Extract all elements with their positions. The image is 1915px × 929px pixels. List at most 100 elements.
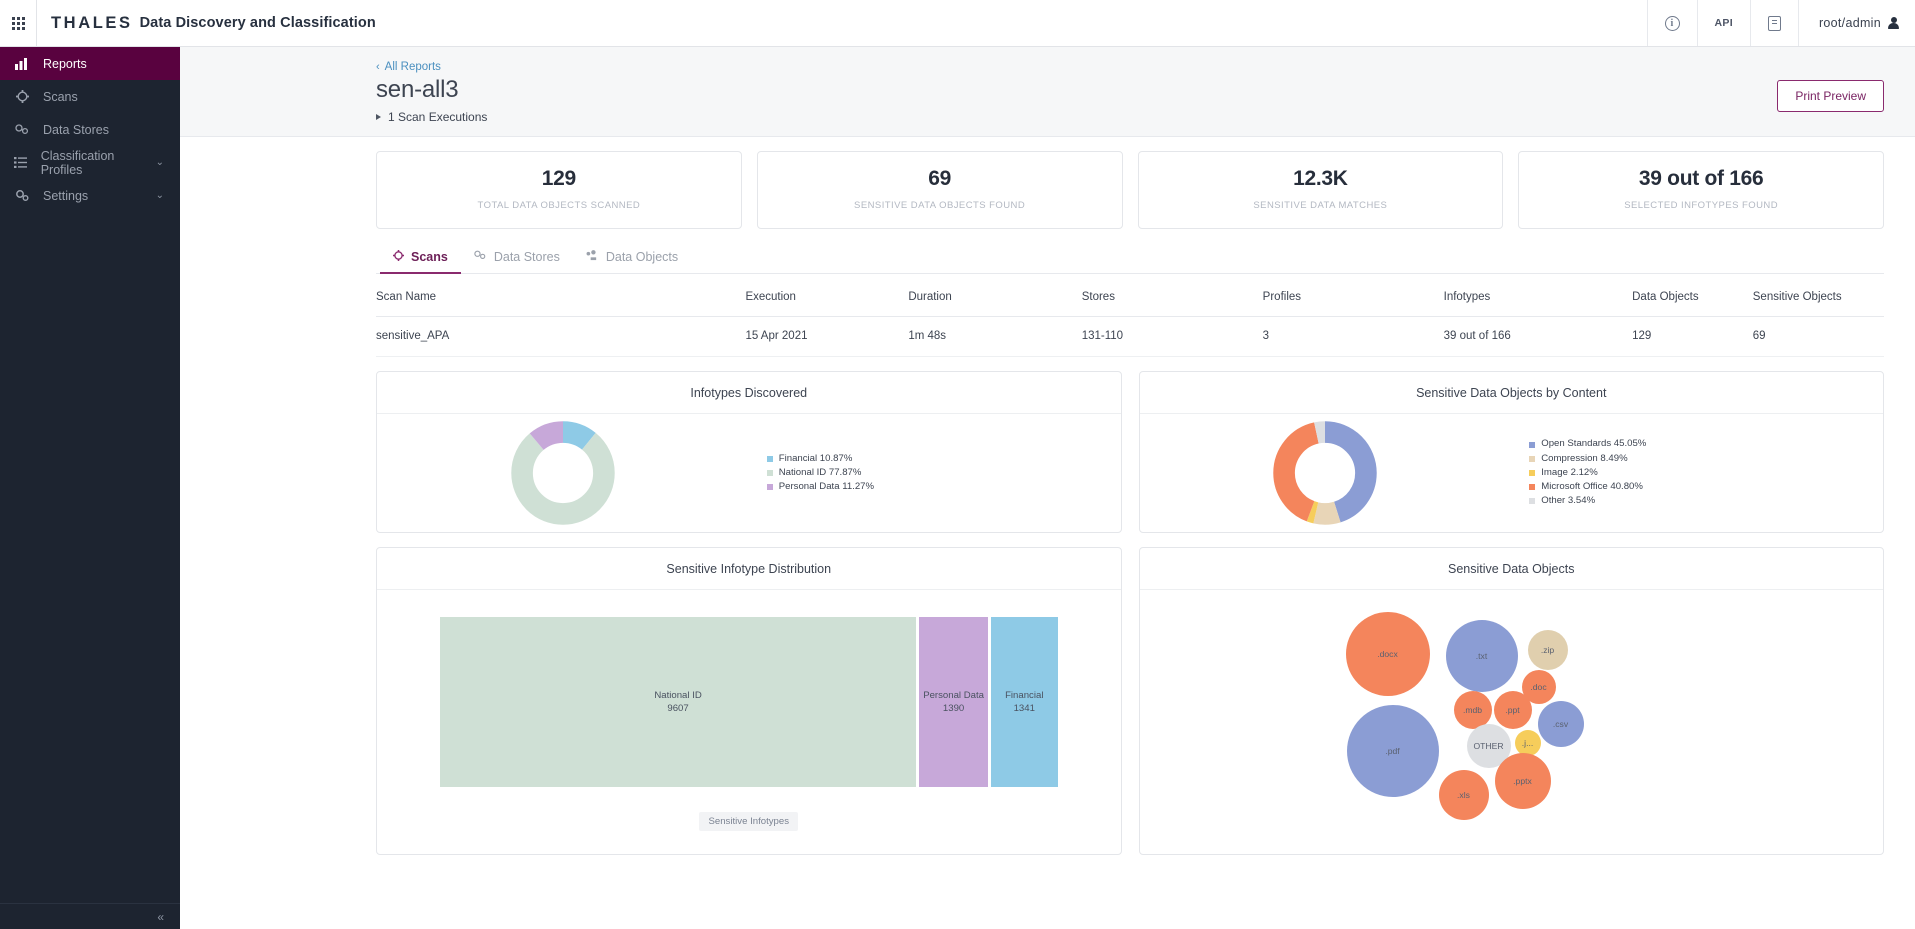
bubble-ppt[interactable]: .ppt: [1494, 691, 1532, 729]
bubble-j[interactable]: .j...: [1515, 730, 1541, 756]
column-header-stores: Stores: [1082, 277, 1263, 317]
column-header-scan-name: Scan Name: [376, 277, 745, 317]
chart-title: Sensitive Infotype Distribution: [377, 548, 1121, 590]
chart-body: .docx.txt.zip.doc.mdb.ppt.csv.pdfOTHER.j…: [1140, 590, 1884, 854]
legend-label: Financial 10.87%: [779, 452, 853, 466]
bubble-docx[interactable]: .docx: [1346, 612, 1430, 696]
treemap-cell-label: Financial1341: [1005, 689, 1043, 715]
tab-data-stores[interactable]: Data Stores: [461, 246, 573, 273]
top-actions: i API root/admin: [1647, 0, 1915, 46]
scan-executions-toggle[interactable]: 1 Scan Executions: [376, 110, 1885, 124]
brand-thales-label: THALES: [51, 14, 133, 33]
kpi-value: 69: [766, 167, 1114, 191]
tab-label: Data Stores: [494, 250, 560, 264]
chart-card-sensitive-data-objects: Sensitive Data Objects .docx.txt.zip.doc…: [1139, 547, 1885, 855]
legend-swatch: [1529, 470, 1535, 476]
app-grid-button[interactable]: [0, 0, 36, 46]
sidebar-item-settings[interactable]: Settings ⌄: [0, 179, 180, 212]
legend-item[interactable]: Compression 8.49%: [1529, 452, 1883, 466]
tab-bar: Scans Data Stores Data Objects: [376, 246, 1884, 274]
bubble-pdf[interactable]: .pdf: [1347, 705, 1439, 797]
kpi-card-sensitive-data-matches: 12.3K SENSITIVE DATA MATCHES: [1138, 151, 1504, 229]
chart-card-infotypes-discovered: Infotypes Discovered Financial 10.87%: [376, 371, 1122, 533]
kpi-card-total-data-objects-scanned: 129 TOTAL DATA OBJECTS SCANNED: [376, 151, 742, 229]
sidebar-collapse-button[interactable]: «: [0, 903, 180, 929]
legend-item[interactable]: Financial 10.87%: [767, 452, 1121, 466]
legend-item[interactable]: National ID 77.87%: [767, 466, 1121, 480]
legend-item[interactable]: Open Standards 45.05%: [1529, 437, 1883, 451]
page-title: sen-all3: [376, 76, 1885, 104]
tab-data-objects[interactable]: Data Objects: [573, 246, 691, 273]
treemap-footer: Sensitive Infotypes: [377, 787, 1121, 845]
sidebar-item-reports[interactable]: Reports: [0, 47, 180, 80]
bubble-chart: .docx.txt.zip.doc.mdb.ppt.csv.pdfOTHER.j…: [1140, 604, 1884, 854]
sidebar-item-label: Data Stores: [43, 123, 109, 137]
chevron-down-icon: ⌄: [156, 157, 164, 168]
database-icon: [14, 124, 30, 136]
database-icon: [474, 250, 487, 264]
bubble-label: .txt: [1476, 651, 1487, 661]
kpi-label: TOTAL DATA OBJECTS SCANNED: [385, 200, 733, 211]
kpi-label: SELECTED INFOTYPES FOUND: [1527, 200, 1875, 211]
treemap-cell-financial[interactable]: Financial1341: [991, 617, 1057, 787]
kpi-value: 12.3K: [1147, 167, 1495, 191]
bubble-zip[interactable]: .zip: [1528, 630, 1568, 670]
legend-label: Image 2.12%: [1541, 466, 1598, 480]
topbar-spacer: [376, 0, 1647, 46]
donut-slice-national-id[interactable]: [522, 432, 604, 514]
chart-title: Sensitive Data Objects by Content: [1140, 372, 1884, 414]
list-icon: [14, 157, 28, 168]
legend-label: Open Standards 45.05%: [1541, 437, 1646, 451]
bubble-txt[interactable]: .txt: [1446, 620, 1518, 692]
cell-sensitive-objects: 69: [1753, 317, 1884, 357]
chart-body: Open Standards 45.05% Compression 8.49% …: [1140, 414, 1884, 532]
donut-chart-content[interactable]: [1140, 419, 1512, 527]
legend-item[interactable]: Microsoft Office 40.80%: [1529, 480, 1883, 494]
sidebar-item-data-stores[interactable]: Data Stores: [0, 113, 180, 146]
legend-label: Other 3.54%: [1541, 494, 1595, 508]
table-row[interactable]: sensitive_APA 15 Apr 2021 1m 48s 131-110…: [376, 317, 1884, 357]
api-button[interactable]: API: [1697, 0, 1750, 46]
tab-scans[interactable]: Scans: [380, 246, 461, 273]
top-bar: THALES Data Discovery and Classification…: [0, 0, 1915, 47]
chart-row-bottom: Sensitive Infotype Distribution National…: [376, 547, 1884, 855]
kpi-label: SENSITIVE DATA MATCHES: [1147, 200, 1495, 211]
sidebar: Reports Scans Data Stores Classification…: [0, 47, 180, 929]
legend-item[interactable]: Image 2.12%: [1529, 466, 1883, 480]
chart-row-top: Infotypes Discovered Financial 10.87%: [376, 371, 1884, 533]
kpi-card-sensitive-data-objects-found: 69 SENSITIVE DATA OBJECTS FOUND: [757, 151, 1123, 229]
cell-stores: 131-110: [1082, 317, 1263, 357]
legend-swatch: [1529, 484, 1535, 490]
cell-data-objects: 129: [1632, 317, 1753, 357]
treemap-cell-label: Personal Data1390: [923, 689, 984, 715]
legend-item[interactable]: Other 3.54%: [1529, 494, 1883, 508]
docs-button[interactable]: [1750, 0, 1798, 46]
bubble-label: .mdb: [1463, 705, 1482, 715]
kpi-value: 129: [385, 167, 733, 191]
scan-target-icon: [14, 90, 30, 103]
sidebar-item-label: Settings: [43, 189, 88, 203]
bubble-label: .ppt: [1505, 705, 1519, 715]
bubble-pptx[interactable]: .pptx: [1495, 753, 1551, 809]
kpi-row: 129 TOTAL DATA OBJECTS SCANNED 69 SENSIT…: [376, 151, 1884, 229]
treemap-cell-national-id[interactable]: National ID9607: [440, 617, 916, 787]
cell-infotypes: 39 out of 166: [1444, 317, 1633, 357]
sidebar-item-classification-profiles[interactable]: Classification Profiles ⌄: [0, 146, 180, 179]
treemap-cell-personal-data[interactable]: Personal Data1390: [919, 617, 988, 787]
print-preview-button[interactable]: Print Preview: [1777, 80, 1884, 112]
user-menu[interactable]: root/admin: [1798, 0, 1915, 46]
breadcrumb[interactable]: ‹ All Reports: [376, 61, 441, 73]
sensitive-infotypes-chip[interactable]: Sensitive Infotypes: [699, 812, 798, 831]
treemap-cell-label: National ID9607: [654, 689, 701, 715]
sidebar-item-scans[interactable]: Scans: [0, 80, 180, 113]
chart-body: Financial 10.87% National ID 77.87% Pers…: [377, 414, 1121, 532]
bubble-label: .j...: [1522, 738, 1533, 748]
bubble-csv[interactable]: .csv: [1538, 701, 1584, 747]
donut-chart-infotypes[interactable]: [377, 419, 749, 527]
info-button[interactable]: i: [1647, 0, 1697, 46]
bubble-label: .pdf: [1385, 746, 1399, 756]
donut-svg: [1271, 419, 1379, 527]
brand: THALES Data Discovery and Classification: [36, 0, 376, 46]
bubble-xls[interactable]: .xls: [1439, 770, 1489, 820]
legend-item[interactable]: Personal Data 11.27%: [767, 480, 1121, 494]
